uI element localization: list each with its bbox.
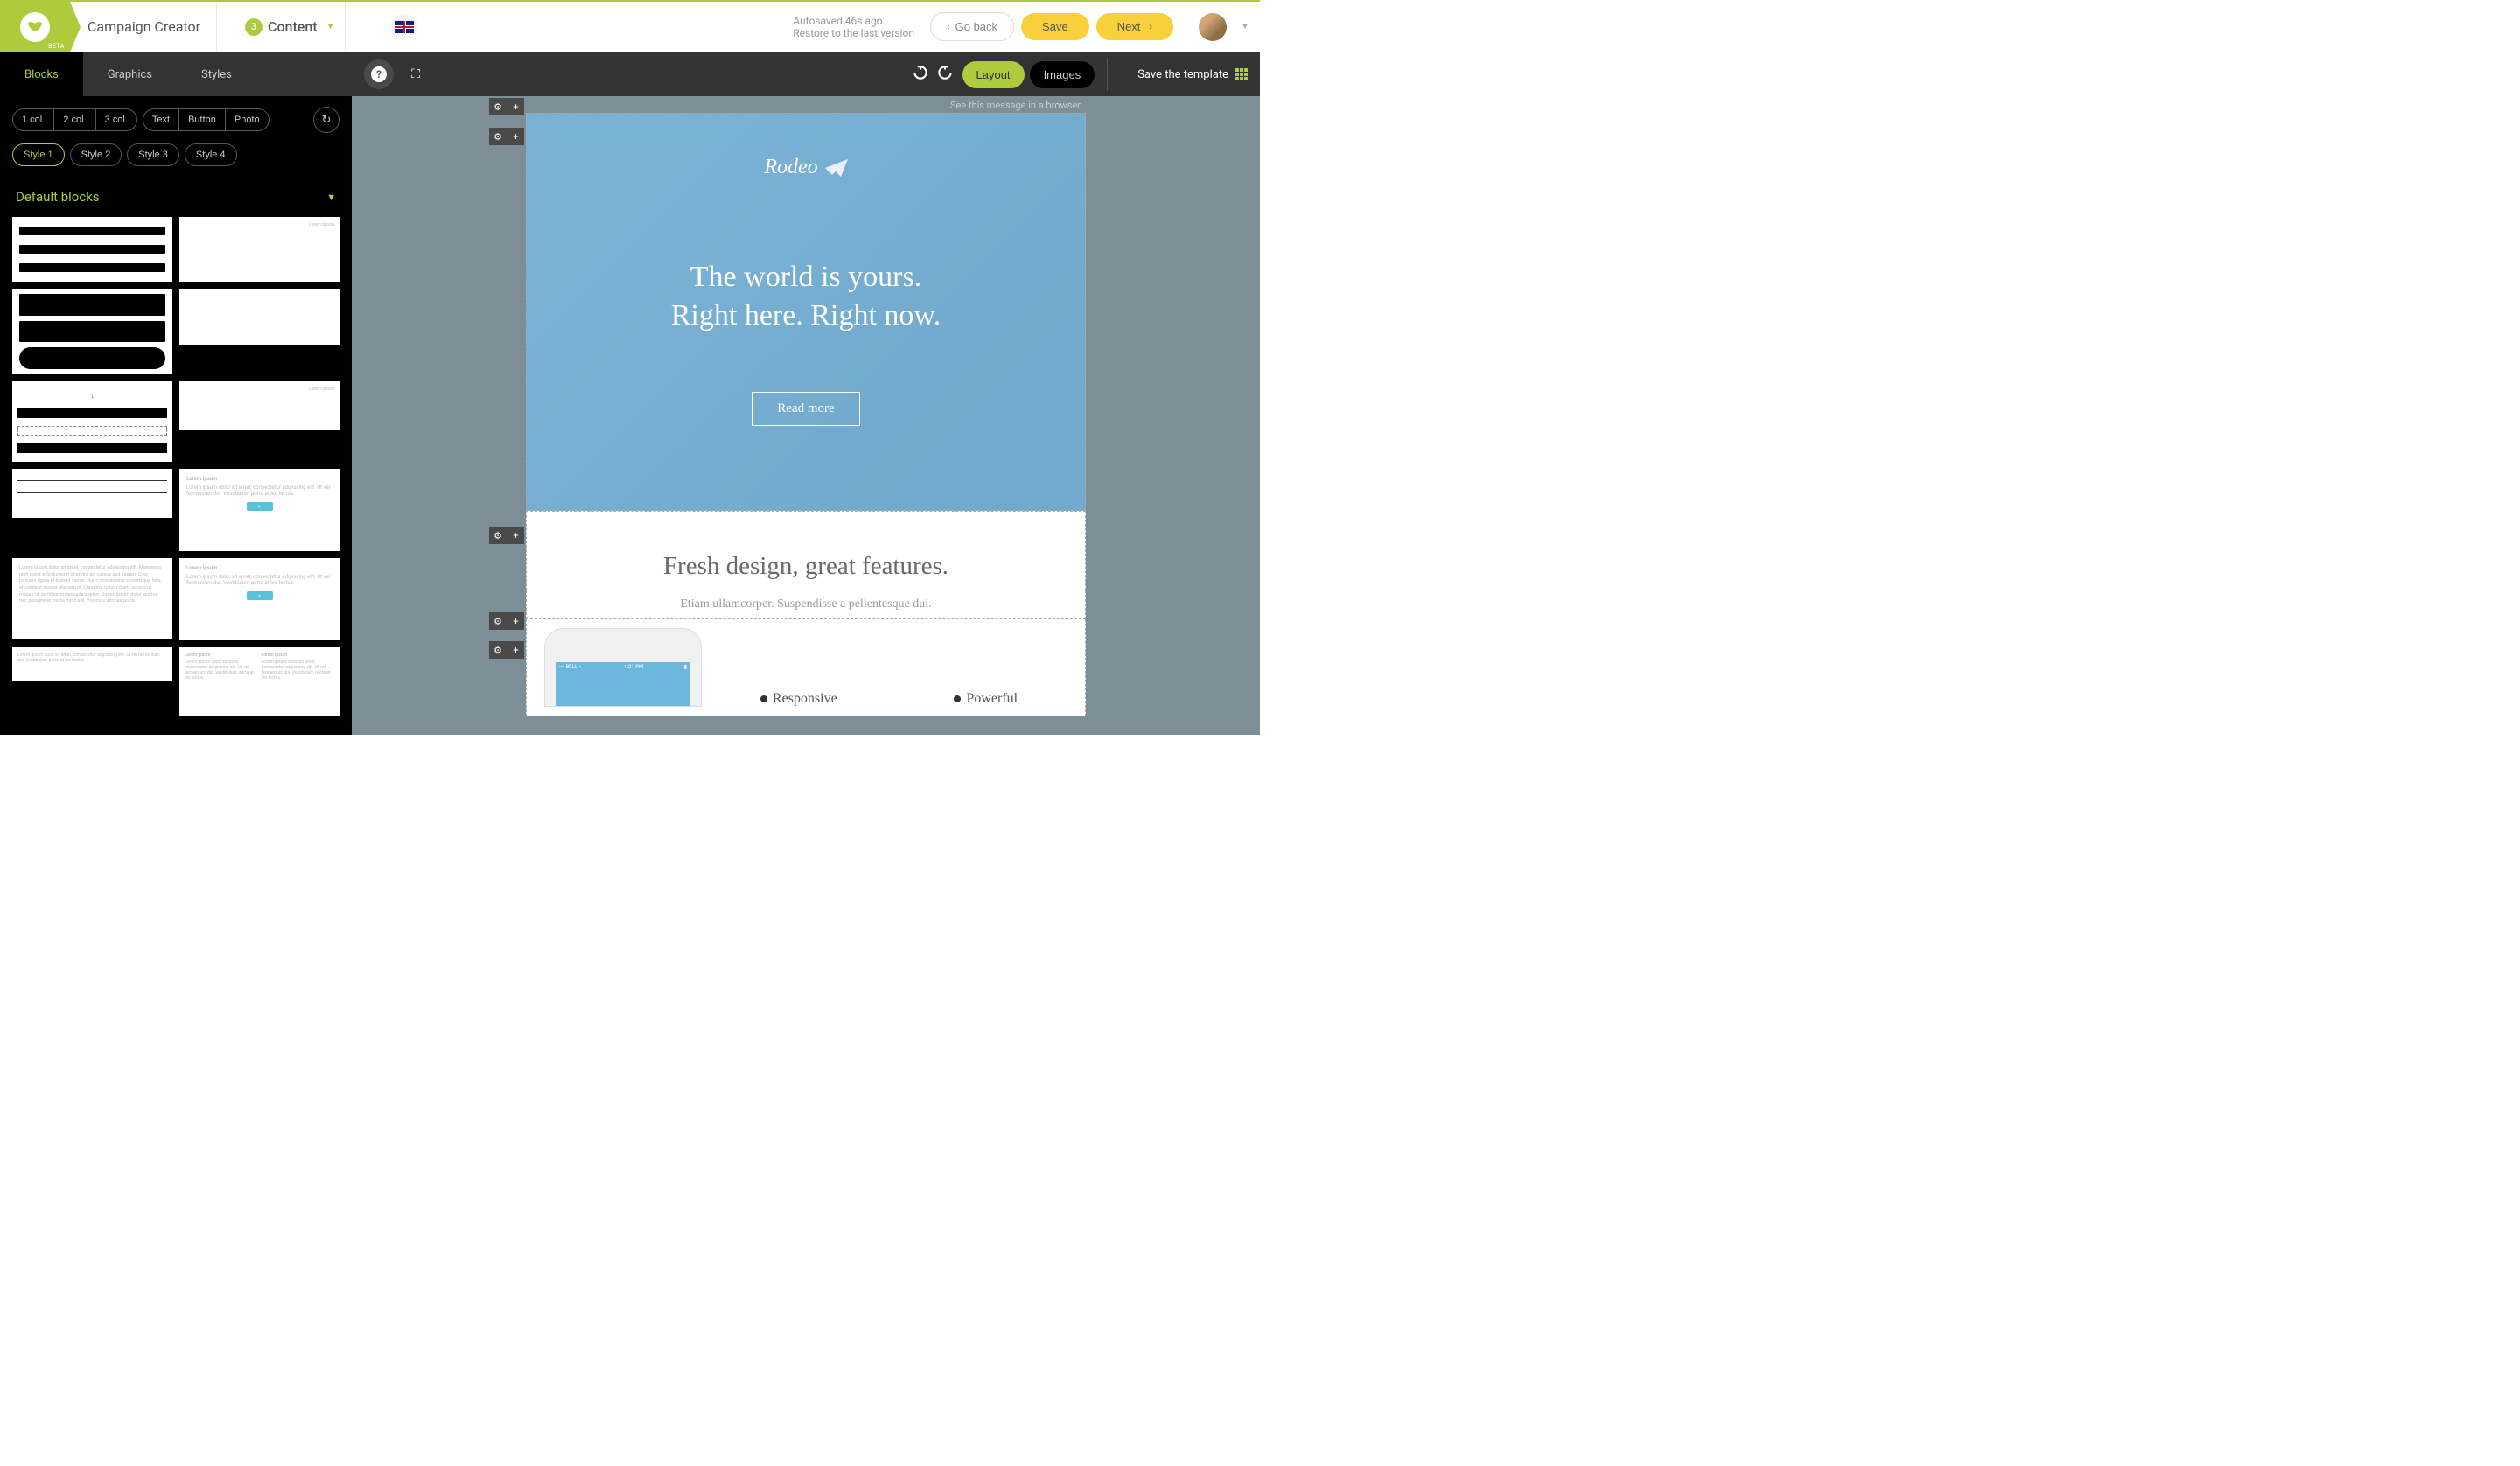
block-thumb[interactable] [12, 289, 172, 374]
step-number-badge: 3 [245, 18, 262, 36]
block-thumb[interactable] [12, 469, 172, 518]
hero-block[interactable]: Rodeo The world is yours. Right here. Ri… [526, 113, 1086, 511]
block-thumb[interactable] [179, 289, 340, 345]
style-3-chip[interactable]: Style 3 [127, 143, 179, 166]
sidebar: 1 col. 2 col. 3 col. Text Button Photo ↻… [0, 96, 352, 735]
go-back-button[interactable]: ‹Go back [930, 12, 1014, 41]
block-thumb[interactable]: Lorem ipsumLorem ipsum dolor sit amet, c… [179, 647, 340, 716]
redo-icon [936, 64, 954, 81]
block-add-button[interactable]: + [507, 612, 524, 630]
style-1-chip[interactable]: Style 1 [12, 143, 65, 166]
paper-plane-icon [825, 159, 848, 177]
block-settings-button[interactable]: ⚙ [489, 128, 507, 145]
block-settings-button[interactable]: ⚙ [489, 612, 507, 630]
logo[interactable]: BETA [0, 2, 70, 52]
tab-graphics[interactable]: Graphics [83, 52, 177, 96]
redo-button[interactable] [936, 64, 954, 85]
block-settings-button[interactable]: ⚙ [489, 641, 507, 659]
step-selector[interactable]: 3 Content ▼ [228, 18, 345, 36]
layout-button[interactable]: Layout [962, 61, 1025, 88]
autosave-status: Autosaved 46s ago Restore to the last ve… [793, 15, 914, 39]
chevron-right-icon: › [1149, 22, 1152, 32]
read-more-button[interactable]: Read more [752, 392, 859, 426]
content-title-block[interactable]: Fresh design, great features. [526, 511, 1086, 590]
block-add-button[interactable]: + [507, 527, 524, 544]
type-text-chip[interactable]: Text [143, 108, 179, 131]
block-thumb[interactable] [12, 217, 172, 282]
default-blocks-header[interactable]: Default blocks ▼ [0, 177, 352, 217]
type-button-chip[interactable]: Button [179, 108, 226, 131]
undo-button[interactable] [912, 64, 929, 85]
page-title: Campaign Creator [70, 18, 216, 35]
refresh-icon: ↻ [322, 114, 332, 127]
save-button[interactable]: Save [1021, 13, 1089, 40]
block-settings-button[interactable]: ⚙ [489, 98, 507, 115]
save-template-button[interactable]: Save the template [1138, 68, 1248, 81]
block-thumb[interactable]: Lorem ipsumLorem ipsum dolor sit amet, c… [179, 558, 340, 640]
block-add-button[interactable]: + [507, 128, 524, 145]
style-2-chip[interactable]: Style 2 [70, 143, 122, 166]
bird-icon [26, 20, 44, 34]
block-thumb[interactable]: Lorem ipsum dolor sit amet, consectetur … [12, 647, 172, 681]
undo-icon [912, 64, 929, 81]
phone-mockup: ••• BELL ⏦4:21 PM▮ [544, 628, 702, 707]
fullscreen-button[interactable]: ⛶ [401, 59, 430, 89]
language-selector[interactable] [391, 14, 417, 40]
col-3-chip[interactable]: 3 col. [96, 108, 137, 131]
tab-styles[interactable]: Styles [177, 52, 256, 96]
col-1-chip[interactable]: 1 col. [12, 108, 54, 131]
refresh-button[interactable]: ↻ [313, 107, 340, 133]
type-photo-chip[interactable]: Photo [226, 108, 270, 131]
images-button[interactable]: Images [1030, 61, 1096, 88]
block-thumb[interactable]: Lorem ipsum [179, 381, 340, 430]
restore-link[interactable]: Restore to the last version [793, 27, 914, 39]
feature-label: Responsive [760, 691, 837, 707]
block-add-button[interactable]: + [507, 641, 524, 659]
brand-name: Rodeo [764, 156, 817, 179]
feature-label: Powerful [954, 691, 1018, 707]
chevron-left-icon: ‹ [947, 22, 950, 32]
chevron-down-icon: ▼ [326, 22, 335, 31]
toolbar: Blocks Graphics Styles ? ⛶ Layout Images… [0, 52, 1260, 96]
block-thumb[interactable]: ↕ [12, 381, 172, 462]
fullscreen-icon: ⛶ [411, 67, 420, 81]
style-4-chip[interactable]: Style 4 [185, 143, 237, 166]
content-subtitle-block[interactable]: Etiam ullamcorper. Suspendisse a pellent… [526, 590, 1086, 619]
canvas: ⚙+ ⚙+ ⚙+ ⚙+ ⚙+ See this message in a bro… [352, 96, 1260, 735]
block-thumb[interactable]: Lorem ipsum dolor sit amet, consectetur … [12, 558, 172, 639]
chevron-down-icon: ▼ [326, 192, 336, 203]
chevron-down-icon[interactable]: ▼ [1241, 22, 1250, 31]
hero-title: The world is yours. Right here. Right no… [671, 258, 942, 335]
uk-flag-icon [395, 21, 414, 33]
block-thumb[interactable]: Lorem ipsumLorem ipsum dolor sit amet, c… [179, 469, 340, 551]
tab-blocks[interactable]: Blocks [0, 52, 83, 96]
block-thumb[interactable]: Lorem ipsum [179, 217, 340, 282]
help-icon: ? [371, 66, 387, 82]
beta-label: BETA [48, 43, 65, 50]
view-in-browser-link[interactable]: See this message in a browser [526, 96, 1086, 113]
col-2-chip[interactable]: 2 col. [54, 108, 95, 131]
phone-feature-block[interactable]: ••• BELL ⏦4:21 PM▮ Responsive Powerful [526, 619, 1086, 716]
next-button[interactable]: Next› [1096, 13, 1173, 40]
block-settings-button[interactable]: ⚙ [489, 527, 507, 544]
grid-icon [1236, 68, 1248, 80]
help-button[interactable]: ? [364, 59, 394, 89]
top-header: BETA Campaign Creator 3 Content ▼ Autosa… [0, 2, 1260, 52]
block-add-button[interactable]: + [507, 98, 524, 115]
avatar[interactable] [1199, 13, 1227, 41]
step-label: Content [268, 18, 318, 35]
